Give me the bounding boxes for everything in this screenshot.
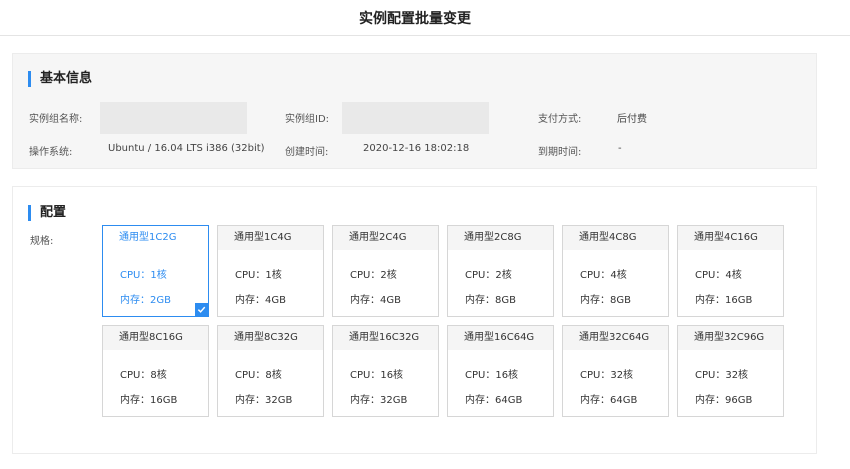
spec-card-cpu: CPU：1核 bbox=[120, 270, 167, 281]
spec-card-memory: 内存：16GB bbox=[120, 395, 178, 406]
spec-card-memory: 内存：32GB bbox=[350, 395, 408, 406]
expire-time-label: 到期时间: bbox=[538, 147, 582, 158]
spec-label: 规格: bbox=[30, 236, 54, 247]
spec-card[interactable]: 通用型32C96G CPU：32核 内存：96GB bbox=[677, 325, 784, 417]
spec-card-memory: 内存：64GB bbox=[580, 395, 638, 406]
spec-card-cpu: CPU：2核 bbox=[350, 270, 397, 281]
spec-card-memory: 内存：4GB bbox=[350, 295, 401, 306]
spec-card[interactable]: 通用型1C2G CPU：1核 内存：2GB bbox=[102, 225, 209, 317]
spec-card-cpu: CPU：4核 bbox=[695, 270, 742, 281]
spec-card-memory: 内存：32GB bbox=[235, 395, 293, 406]
config-title: 配置 bbox=[28, 205, 66, 221]
basic-info-panel: 基本信息 实例组名称: 实例组ID: 支付方式: 后付费 操作系统: Ubunt… bbox=[12, 53, 817, 169]
created-time-label: 创建时间: bbox=[285, 147, 329, 158]
spec-card-name: 通用型32C96G bbox=[678, 326, 783, 350]
page-header: 实例配置批量变更 bbox=[0, 0, 850, 36]
spec-card-name: 通用型8C16G bbox=[103, 326, 208, 350]
spec-card-name: 通用型8C32G bbox=[218, 326, 323, 350]
spec-card-cpu: CPU：32核 bbox=[695, 370, 749, 381]
spec-card-cpu: CPU：16核 bbox=[350, 370, 404, 381]
spec-card-name: 通用型2C4G bbox=[333, 226, 438, 250]
instance-group-id-value bbox=[342, 102, 489, 134]
page-title: 实例配置批量变更 bbox=[359, 11, 471, 27]
instance-group-name-value bbox=[100, 102, 247, 134]
basic-info-title: 基本信息 bbox=[28, 71, 92, 87]
spec-card-cpu: CPU：2核 bbox=[465, 270, 512, 281]
instance-group-name-label: 实例组名称: bbox=[29, 114, 83, 125]
spec-card[interactable]: 通用型16C64G CPU：16核 内存：64GB bbox=[447, 325, 554, 417]
spec-card-memory: 内存：96GB bbox=[695, 395, 753, 406]
created-time-value: 2020-12-16 18:02:18 bbox=[363, 143, 470, 154]
spec-card-memory: 内存：2GB bbox=[120, 295, 171, 306]
spec-card-memory: 内存：8GB bbox=[580, 295, 631, 306]
payment-method-label: 支付方式: bbox=[538, 114, 582, 125]
spec-card-cpu: CPU：1核 bbox=[235, 270, 282, 281]
spec-card[interactable]: 通用型2C8G CPU：2核 内存：8GB bbox=[447, 225, 554, 317]
spec-card-cpu: CPU：8核 bbox=[235, 370, 282, 381]
instance-group-id-label: 实例组ID: bbox=[285, 114, 330, 125]
spec-card-cpu: CPU：4核 bbox=[580, 270, 627, 281]
spec-card-name: 通用型1C2G bbox=[103, 226, 208, 250]
spec-card-memory: 内存：64GB bbox=[465, 395, 523, 406]
spec-card-memory: 内存：4GB bbox=[235, 295, 286, 306]
expire-time-value: - bbox=[618, 143, 622, 154]
os-label: 操作系统: bbox=[29, 147, 73, 158]
spec-card-cpu: CPU：8核 bbox=[120, 370, 167, 381]
spec-card-name: 通用型2C8G bbox=[448, 226, 553, 250]
spec-card-cpu: CPU：16核 bbox=[465, 370, 519, 381]
spec-card[interactable]: 通用型4C16G CPU：4核 内存：16GB bbox=[677, 225, 784, 317]
spec-card-name: 通用型4C8G bbox=[563, 226, 668, 250]
spec-card[interactable]: 通用型8C32G CPU：8核 内存：32GB bbox=[217, 325, 324, 417]
spec-card-cpu: CPU：32核 bbox=[580, 370, 634, 381]
payment-method-value: 后付费 bbox=[617, 114, 647, 125]
spec-card-memory: 内存：8GB bbox=[465, 295, 516, 306]
spec-card[interactable]: 通用型8C16G CPU：8核 内存：16GB bbox=[102, 325, 209, 417]
checkmark-icon bbox=[195, 303, 208, 316]
spec-card[interactable]: 通用型2C4G CPU：2核 内存：4GB bbox=[332, 225, 439, 317]
spec-card[interactable]: 通用型32C64G CPU：32核 内存：64GB bbox=[562, 325, 669, 417]
spec-card-name: 通用型32C64G bbox=[563, 326, 668, 350]
spec-card-name: 通用型16C64G bbox=[448, 326, 553, 350]
spec-card-name: 通用型16C32G bbox=[333, 326, 438, 350]
spec-card-name: 通用型1C4G bbox=[218, 226, 323, 250]
spec-card[interactable]: 通用型4C8G CPU：4核 内存：8GB bbox=[562, 225, 669, 317]
spec-card[interactable]: 通用型1C4G CPU：1核 内存：4GB bbox=[217, 225, 324, 317]
spec-card[interactable]: 通用型16C32G CPU：16核 内存：32GB bbox=[332, 325, 439, 417]
spec-card-memory: 内存：16GB bbox=[695, 295, 753, 306]
os-value: Ubuntu / 16.04 LTS i386 (32bit) bbox=[108, 143, 265, 154]
config-panel: 配置 规格: 通用型1C2G CPU：1核 内存：2GB 通用型1C4G CPU：1核内… bbox=[12, 186, 817, 454]
spec-card-name: 通用型4C16G bbox=[678, 226, 783, 250]
